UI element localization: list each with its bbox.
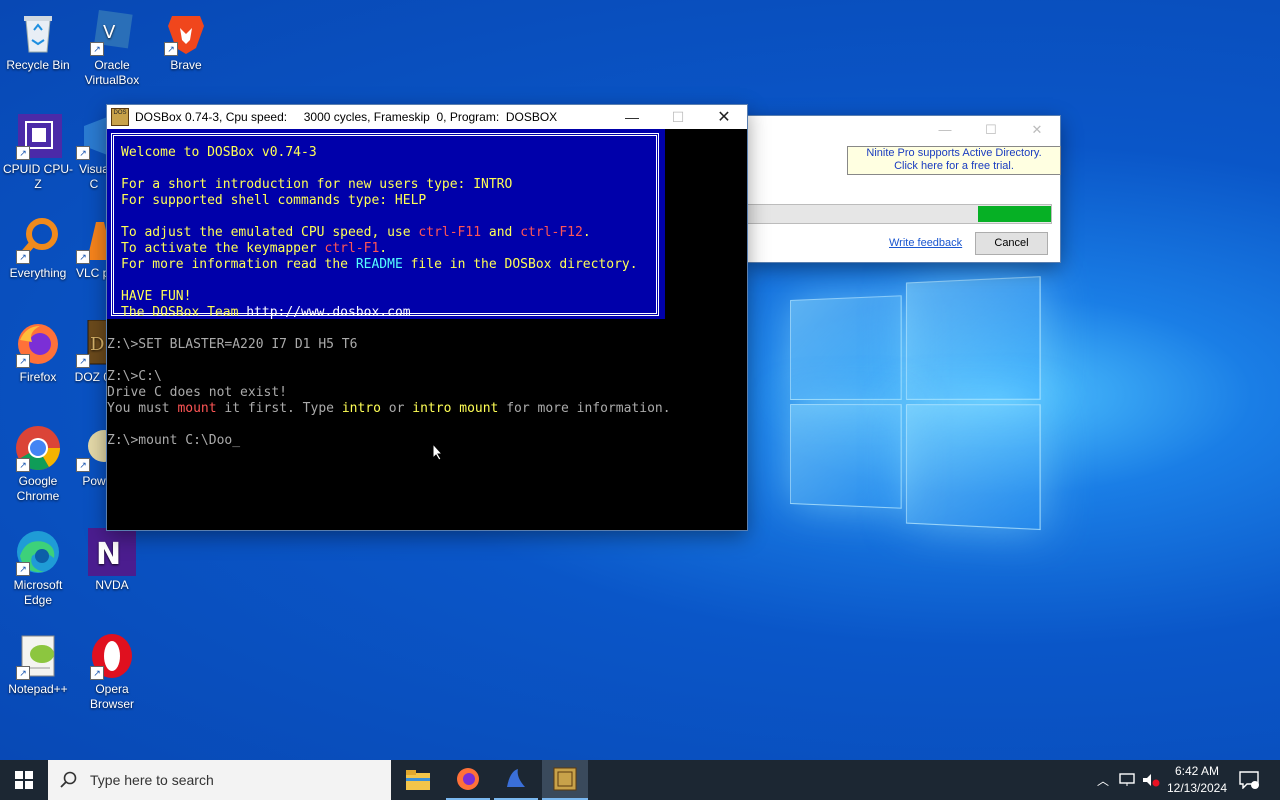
brave-icon: ↗ <box>162 8 210 56</box>
taskbar-file-explorer[interactable] <box>396 760 440 800</box>
desktop-icon-notepadpp[interactable]: ↗ Notepad++ <box>0 632 76 697</box>
icon-label: Visua C <box>79 162 109 191</box>
cpuz-icon: ↗ <box>14 112 62 160</box>
minimize-icon[interactable]: — <box>922 116 968 144</box>
windows-start-icon <box>15 771 33 789</box>
welcome-heading: Welcome to DOSBox v0.74-3 <box>121 145 317 161</box>
nvda-icon: N <box>88 528 136 576</box>
svg-text:N: N <box>96 537 121 572</box>
desktop-icon-everything[interactable]: ↗ Everything <box>0 216 76 281</box>
taskbar: Type here to search ︿ 6:42 AM 12/13/2024 <box>0 760 1280 800</box>
recycle-bin-icon <box>14 8 62 56</box>
icon-label: CPUID CPU-Z <box>3 162 73 191</box>
welcome-line: For a short introduction for new users t… <box>121 177 512 193</box>
welcome-line: For supported shell commands type: HELP <box>121 193 426 209</box>
desktop: Recycle Bin V ↗ Oracle VirtualBox ↗ Brav… <box>0 0 1280 760</box>
icon-label: Recycle Bin <box>6 58 69 72</box>
action-center-icon <box>1239 771 1259 789</box>
icon-label: Opera Browser <box>90 682 134 711</box>
taskbar-ninite[interactable] <box>494 760 538 800</box>
close-icon[interactable]: ✕ <box>1014 116 1060 144</box>
show-hidden-icons-chevron-icon[interactable]: ︿ <box>1092 760 1114 800</box>
volume-muted-icon[interactable] <box>1140 760 1162 800</box>
desktop-icon-opera[interactable]: ↗ Opera Browser <box>74 632 150 712</box>
icon-label: NVDA <box>95 578 128 592</box>
welcome-line: HAVE FUN! <box>121 289 191 305</box>
desktop-icon-chrome[interactable]: ↗ Google Chrome <box>0 424 76 504</box>
console-input-line[interactable]: Z:\>mount C:\Doo_ <box>107 433 240 449</box>
desktop-icon-nvda[interactable]: N NVDA <box>74 528 150 593</box>
icon-label: Pow <box>82 474 105 488</box>
maximize-icon[interactable]: ☐ <box>968 116 1014 144</box>
desktop-icon-virtualbox[interactable]: V ↗ Oracle VirtualBox <box>74 8 150 88</box>
clock-date: 12/13/2024 <box>1167 780 1227 797</box>
close-icon[interactable]: ✕ <box>701 105 747 129</box>
write-feedback-link[interactable]: Write feedback <box>889 237 962 249</box>
taskbar-search-box[interactable]: Type here to search <box>48 760 391 800</box>
search-icon <box>60 771 78 789</box>
maximize-icon[interactable]: ☐ <box>655 105 701 129</box>
console-line: Drive C does not exist! <box>107 385 287 401</box>
console-line: Z:\>C:\ <box>107 369 162 385</box>
taskbar-dosbox[interactable] <box>542 760 588 800</box>
taskbar-firefox[interactable] <box>446 760 490 800</box>
minimize-icon[interactable]: — <box>609 105 655 129</box>
icon-label: Firefox <box>20 370 57 384</box>
icon-label: Notepad++ <box>8 682 67 696</box>
notepadpp-icon: ↗ <box>14 632 62 680</box>
virtualbox-icon: V ↗ <box>88 8 136 56</box>
firefox-icon <box>456 767 480 791</box>
welcome-line: The DOSBox Team http://www.dosbox.com <box>121 305 411 321</box>
desktop-icon-edge[interactable]: ↗ Microsoft Edge <box>0 528 76 608</box>
dosbox-console[interactable]: Welcome to DOSBox v0.74-3 For a short in… <box>107 129 747 530</box>
dosbox-app-icon: DOS <box>111 108 129 126</box>
file-explorer-icon <box>406 770 430 790</box>
dosbox-titlebar[interactable]: DOS DOSBox 0.74-3, Cpu speed: 3000 cycle… <box>107 105 747 129</box>
desktop-icon-brave[interactable]: ↗ Brave <box>148 8 224 73</box>
network-icon[interactable] <box>1116 760 1138 800</box>
promo-text: Ninite Pro supports Active Directory. <box>848 147 1060 160</box>
cancel-button[interactable]: Cancel <box>975 232 1048 255</box>
icon-label: Brave <box>170 58 201 72</box>
ninite-icon <box>504 767 528 791</box>
ninite-window: — ☐ ✕ Ninite Pro supports Active Directo… <box>746 116 1060 262</box>
mouse-cursor-icon <box>432 443 444 461</box>
welcome-line: To adjust the emulated CPU speed, use ct… <box>121 225 591 241</box>
desktop-icon-firefox[interactable]: ↗ Firefox <box>0 320 76 385</box>
windows-logo-wallpaper <box>790 269 1048 535</box>
taskbar-clock[interactable]: 6:42 AM 12/13/2024 <box>1162 760 1232 800</box>
welcome-line: To activate the keymapper ctrl-F1. <box>121 241 387 257</box>
welcome-banner: Welcome to DOSBox v0.74-3 For a short in… <box>107 129 667 319</box>
desktop-icon-recycle-bin[interactable]: Recycle Bin <box>0 8 76 73</box>
svg-text:D: D <box>90 334 104 355</box>
icon-label: Microsoft Edge <box>14 578 63 607</box>
chrome-icon: ↗ <box>14 424 62 472</box>
firefox-icon: ↗ <box>14 320 62 368</box>
ninite-pro-promo[interactable]: Ninite Pro supports Active Directory. Cl… <box>847 146 1061 175</box>
install-progress-bar <box>746 204 1052 224</box>
edge-icon: ↗ <box>14 528 62 576</box>
dosbox-icon <box>553 767 577 791</box>
desktop-icon-cpuz[interactable]: ↗ CPUID CPU-Z <box>0 112 76 192</box>
search-placeholder: Type here to search <box>90 772 214 788</box>
opera-icon: ↗ <box>88 632 136 680</box>
icon-label: Oracle VirtualBox <box>85 58 139 87</box>
notifications-button[interactable] <box>1234 760 1264 800</box>
icon-label: Everything <box>10 266 67 280</box>
window-title: DOSBox 0.74-3, Cpu speed: 3000 cycles, F… <box>135 110 609 124</box>
everything-search-icon: ↗ <box>14 216 62 264</box>
dosbox-window: DOS DOSBox 0.74-3, Cpu speed: 3000 cycle… <box>107 105 747 530</box>
console-line: You must mount it first. Type intro or i… <box>107 401 671 417</box>
console-line: Z:\>SET BLASTER=A220 I7 D1 H5 T6 <box>107 337 357 353</box>
start-button[interactable] <box>0 760 48 800</box>
progress-fill <box>978 206 1051 222</box>
promo-link[interactable]: Click here for a free trial. <box>848 160 1060 173</box>
icon-label: Google Chrome <box>17 474 60 503</box>
clock-time: 6:42 AM <box>1175 763 1219 780</box>
welcome-line: For more information read the README fil… <box>121 257 638 273</box>
svg-text:V: V <box>103 22 116 43</box>
